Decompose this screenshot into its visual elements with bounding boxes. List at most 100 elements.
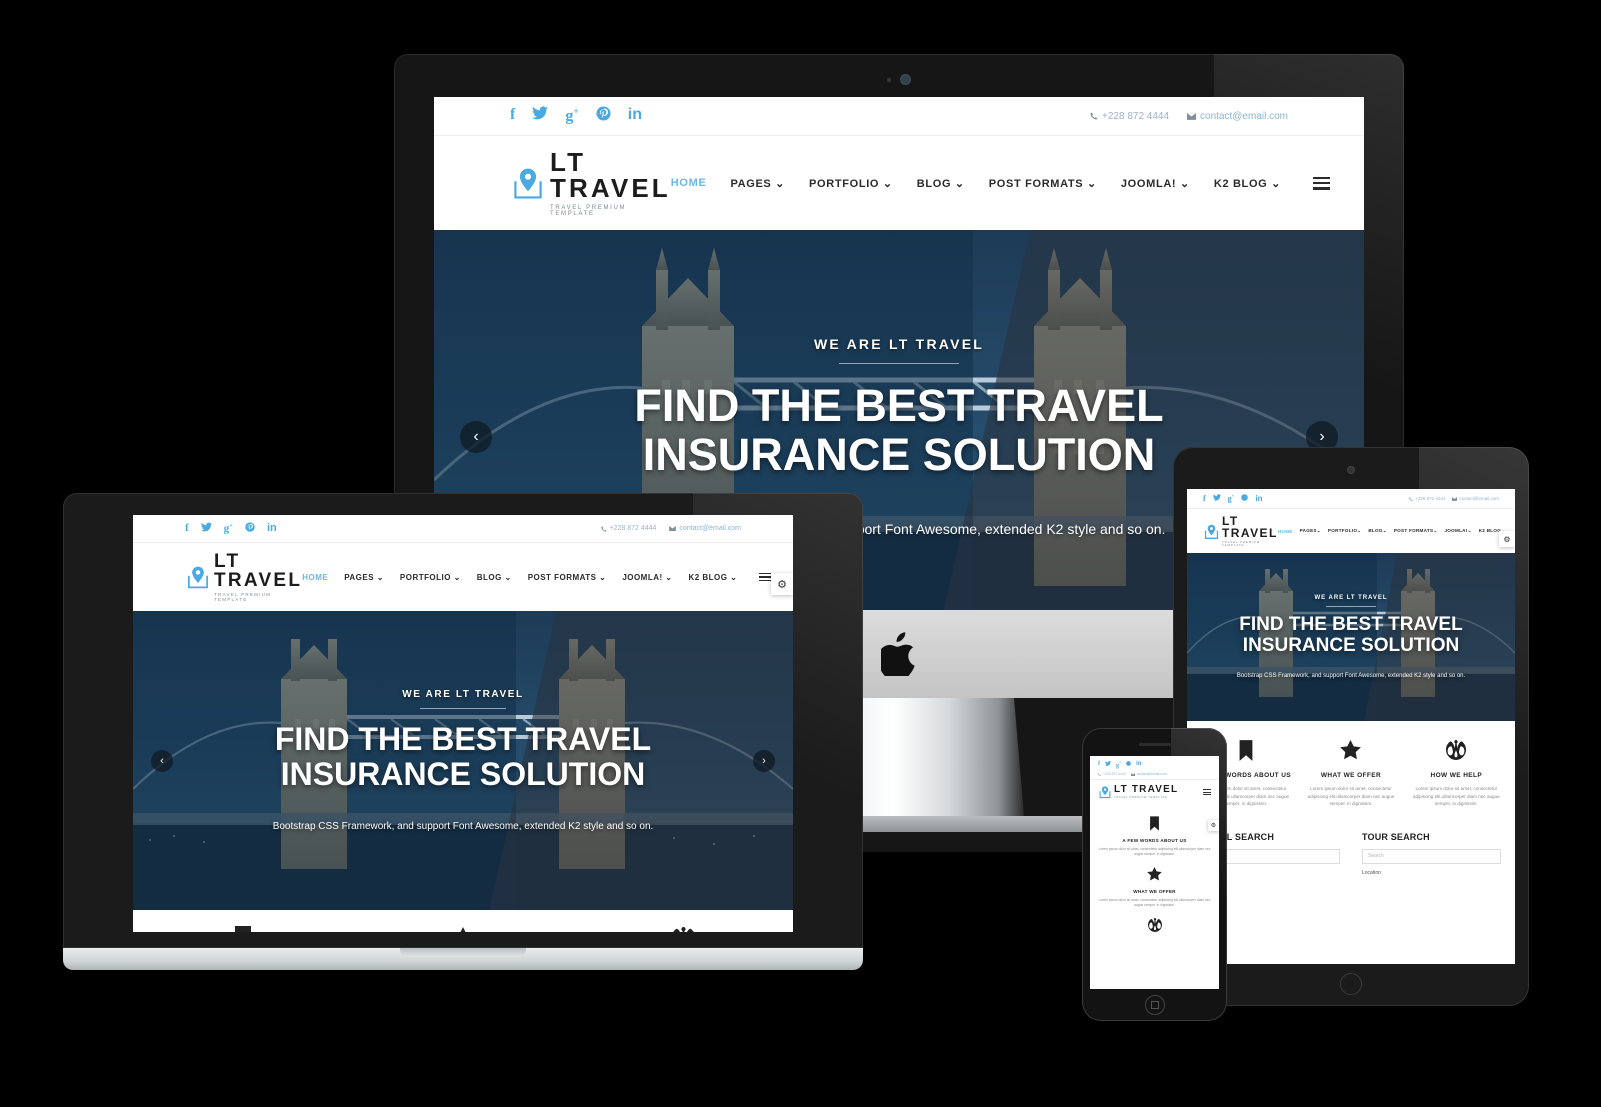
nav-item-joomla[interactable]: JOOMLA!⌄ <box>1444 528 1471 534</box>
site-logo[interactable]: LT TRAVEL TRAVEL PREMIUM TEMPLATE <box>1203 515 1278 547</box>
nav-item-joomla[interactable]: JOOMLA! ⌄ <box>622 573 672 582</box>
social-links[interactable]: f g+ in <box>1203 494 1263 503</box>
google-plus-icon[interactable]: g+ <box>224 522 233 535</box>
google-plus-icon[interactable]: g+ <box>1116 761 1121 769</box>
nav-item-blog[interactable]: BLOG ⌄ <box>477 573 512 582</box>
hamburger-menu-icon[interactable] <box>759 572 772 582</box>
template-settings-button[interactable]: ⚙ <box>1499 531 1515 547</box>
iphone-home-button[interactable] <box>1144 995 1165 1015</box>
pinterest-icon[interactable] <box>245 522 255 535</box>
nav-item-k2-blog[interactable]: K2 BLOG ⌄ <box>688 573 737 582</box>
hero-title: FIND THE BEST TRAVEL INSURANCE SOLUTION <box>274 720 652 792</box>
apple-logo-icon <box>881 632 915 676</box>
nav-item-home[interactable]: HOME <box>302 573 328 582</box>
tour-search-input[interactable]: Search <box>1362 848 1501 864</box>
hero-content: WE ARE LT TRAVEL FIND THE BEST TRAVEL IN… <box>1187 553 1515 721</box>
template-settings-button[interactable]: ⚙ <box>771 573 793 595</box>
nav-item-portfolio[interactable]: PORTFOLIO ⌄ <box>809 177 893 190</box>
nav-item-home[interactable]: HOME <box>671 177 707 189</box>
chevron-down-icon: ⌄ <box>730 572 738 582</box>
topbar: f g+ in +228 872 4444 contact@email.com <box>434 97 1364 135</box>
linkedin-icon[interactable]: in <box>1255 494 1262 503</box>
carousel-prev-button[interactable]: ‹ <box>151 749 173 772</box>
nav-item-post-formats[interactable]: POST FORMATS⌄ <box>1394 528 1438 534</box>
feature-item: A FEW WORDS ABOUT US Lorem ipsum dolor s… <box>1090 814 1219 858</box>
macbook-laptop-mockup: f g+ in +228 872 4444 contact@email.com … <box>63 493 863 970</box>
facebook-icon[interactable]: f <box>185 522 189 535</box>
nav-item-portfolio[interactable]: PORTFOLIO ⌄ <box>400 573 461 582</box>
twitter-icon[interactable] <box>200 522 212 535</box>
nav-item-k2-blog[interactable]: K2 BLOG ⌄ <box>1214 177 1281 190</box>
site-logo[interactable]: LT TRAVEL TRAVEL PREMIUM TEMPLATE <box>1098 785 1178 800</box>
macbook-screen: f g+ in +228 872 4444 contact@email.com … <box>133 515 793 932</box>
ipad-screen: f g+ in +228 872 4444 contact@email.com … <box>1187 489 1515 964</box>
hamburger-menu-icon[interactable] <box>1312 176 1330 190</box>
rebel-alliance-icon <box>1446 737 1467 763</box>
nav-item-portfolio[interactable]: PORTFOLIO⌄ <box>1328 528 1361 534</box>
features-section <box>133 910 793 932</box>
hamburger-menu-icon[interactable] <box>1203 789 1211 796</box>
site-logo[interactable]: LT TRAVEL TRAVEL PREMIUM TEMPLATE <box>185 552 302 602</box>
facebook-icon[interactable]: f <box>1203 494 1206 503</box>
nav-item-home[interactable]: HOME <box>1278 529 1293 534</box>
nav-item-pages[interactable]: PAGES ⌄ <box>730 177 785 190</box>
map-pin-icon <box>1098 785 1112 799</box>
nav-item-post-formats[interactable]: POST FORMATS ⌄ <box>989 177 1097 190</box>
hero-content: WE ARE LT TRAVEL FIND THE BEST TRAVEL IN… <box>133 611 793 910</box>
email-address[interactable]: contact@email.com <box>1452 496 1499 501</box>
feature-title: HOW WE HELP <box>1430 772 1483 779</box>
feature-item <box>133 924 353 932</box>
pinterest-icon[interactable] <box>1126 761 1131 769</box>
feature-item <box>1090 916 1219 935</box>
nav-item-pages[interactable]: PAGES ⌄ <box>344 573 384 582</box>
carousel-prev-button[interactable]: ‹ <box>460 420 492 453</box>
phone-number[interactable]: +228 872 4444 <box>1098 772 1126 776</box>
nav-item-blog[interactable]: BLOG ⌄ <box>917 177 965 190</box>
rebel-alliance-icon <box>671 924 696 932</box>
iphone-speaker <box>1138 743 1171 746</box>
email-address[interactable]: contact@email.com <box>669 525 741 532</box>
email-address[interactable]: contact@email.com <box>1130 772 1167 776</box>
phone-number[interactable]: +228 872 4444 <box>1409 496 1445 501</box>
google-plus-icon[interactable]: g+ <box>565 106 578 126</box>
feature-item: WHAT WE OFFER Lorem ipsum dolor sit amet… <box>1090 865 1219 909</box>
linkedin-icon[interactable]: in <box>1136 761 1141 769</box>
iphone-mobile-mockup: f g+ in +228 872 4444 contact@email.com … <box>1082 728 1227 1021</box>
nav-item-pages[interactable]: PAGES⌄ <box>1300 528 1321 534</box>
hero-carousel: WE ARE LT TRAVEL FIND THE BEST TRAVEL IN… <box>1187 553 1515 721</box>
website-tablet-view: f g+ in +228 872 4444 contact@email.com … <box>1187 489 1515 964</box>
twitter-icon[interactable] <box>532 106 549 126</box>
facebook-icon[interactable]: f <box>510 106 515 126</box>
linkedin-icon[interactable]: in <box>267 522 277 535</box>
email-address[interactable]: contact@email.com <box>1187 111 1288 122</box>
tour-location-label: Location <box>1362 869 1381 876</box>
feature-text: Lorem ipsum dolor sit amet, consectetur … <box>1098 897 1211 908</box>
twitter-icon[interactable] <box>1105 761 1111 769</box>
phone-number[interactable]: +228 872 4444 <box>600 525 656 532</box>
chevron-down-icon: ⌄ <box>599 572 607 582</box>
ipad-home-button[interactable] <box>1340 973 1362 995</box>
pinterest-icon[interactable] <box>1241 494 1249 503</box>
nav-item-post-formats[interactable]: POST FORMATS ⌄ <box>528 573 607 582</box>
google-plus-icon[interactable]: g+ <box>1228 494 1235 503</box>
tour-search-block: TOUR SEARCH Search Location <box>1362 832 1501 876</box>
linkedin-icon[interactable]: in <box>628 106 642 126</box>
social-links[interactable]: f g+ in <box>1098 761 1141 769</box>
facebook-icon[interactable]: f <box>1098 761 1100 769</box>
gear-icon: ⚙ <box>1503 534 1511 544</box>
social-links[interactable]: f g+ in <box>510 106 642 126</box>
logo-title: LT TRAVEL <box>214 551 303 591</box>
logo-title: LT TRAVEL <box>1222 514 1278 540</box>
gear-icon: ⚙ <box>777 578 787 591</box>
twitter-icon[interactable] <box>1212 494 1221 503</box>
nav-item-joomla[interactable]: JOOMLA! ⌄ <box>1121 177 1190 190</box>
social-links[interactable]: f g+ in <box>185 522 277 535</box>
template-settings-button[interactable]: ⚙ <box>1208 820 1219 831</box>
pinterest-icon[interactable] <box>596 106 611 126</box>
site-logo[interactable]: LT TRAVEL TRAVEL PREMIUM TEMPLATE <box>510 149 671 217</box>
carousel-next-button[interactable]: › <box>753 749 775 772</box>
nav-item-blog[interactable]: BLOG⌄ <box>1368 528 1387 534</box>
feature-text: Lorem ipsum dolor sit amet, consectetur … <box>1098 846 1211 857</box>
topbar: f g+ in +228 872 4444 contact@email.com <box>1090 756 1219 779</box>
phone-number[interactable]: +228 872 4444 <box>1090 111 1169 122</box>
